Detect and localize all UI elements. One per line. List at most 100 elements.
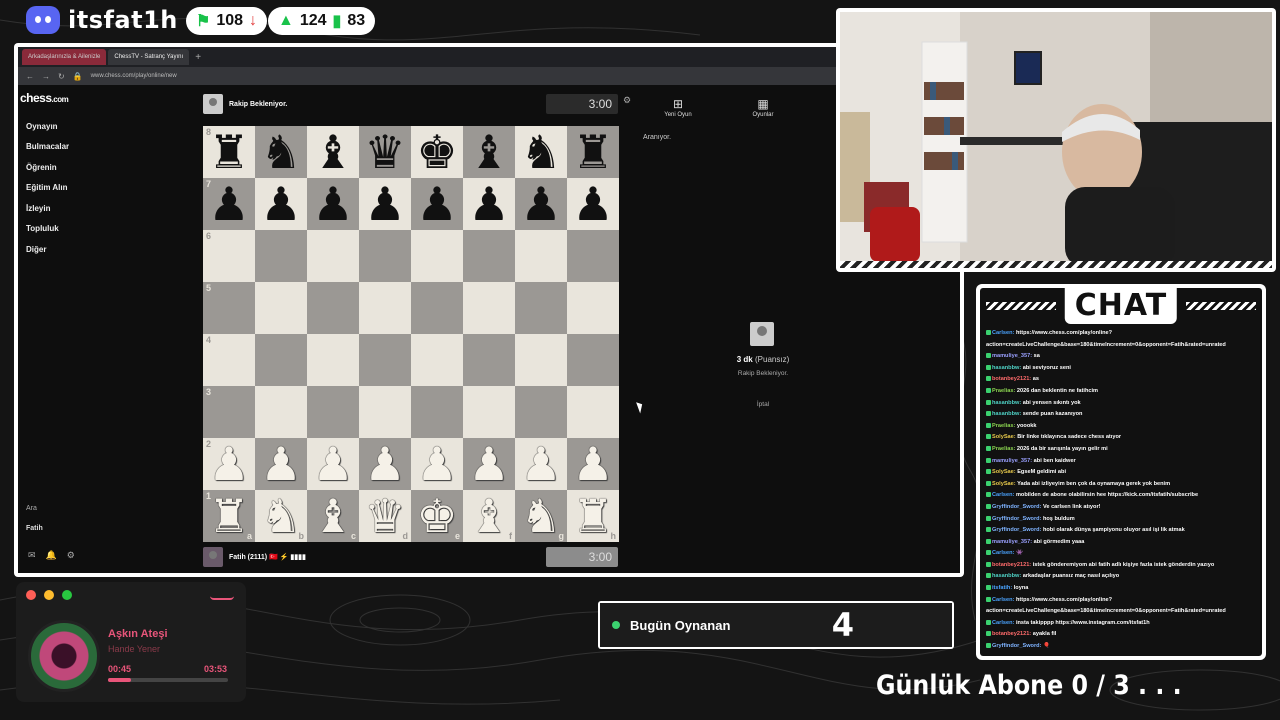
black-pawn-icon[interactable]: ♟ (364, 181, 405, 227)
board-square[interactable] (307, 230, 359, 282)
board-square[interactable] (463, 230, 515, 282)
white-bishop-icon[interactable]: ♝ (468, 493, 509, 539)
board-square[interactable]: ♟ (359, 178, 411, 230)
board-settings-icon[interactable]: ⚙ (623, 95, 631, 106)
board-square[interactable] (255, 386, 307, 438)
maximize-icon[interactable] (62, 590, 72, 600)
board-square[interactable]: ♟ (359, 438, 411, 490)
chat-username[interactable]: hasanbbw: (992, 411, 1021, 417)
nav-search[interactable]: Ara (26, 505, 37, 512)
white-pawn-icon[interactable]: ♟ (364, 441, 405, 487)
white-queen-icon[interactable]: ♛ (364, 493, 405, 539)
bell-icon[interactable]: 🔔 (46, 550, 57, 561)
black-pawn-icon[interactable]: ♟ (520, 181, 561, 227)
chat-username[interactable]: botanbey2121: (992, 376, 1031, 382)
black-pawn-icon[interactable]: ♟ (416, 181, 457, 227)
board-square[interactable] (359, 386, 411, 438)
chat-username[interactable]: Carlsen: (992, 620, 1014, 626)
browser-tab[interactable]: ChessTV - Satranç Yayını (108, 49, 190, 65)
nav-learn[interactable]: Öğrenin (26, 163, 57, 172)
nav-train[interactable]: Eğitim Alın (26, 183, 67, 192)
white-rook-icon[interactable]: ♜ (208, 493, 249, 539)
board-square[interactable]: ♟ (567, 178, 619, 230)
minimize-icon[interactable] (44, 590, 54, 600)
close-icon[interactable] (26, 590, 36, 600)
board-square[interactable]: e ♚ (411, 490, 463, 542)
url-input[interactable]: www.chess.com/play/online/new (91, 73, 923, 79)
white-pawn-icon[interactable]: ♟ (416, 441, 457, 487)
board-square[interactable]: 3 (203, 386, 255, 438)
board-square[interactable] (515, 230, 567, 282)
chat-username[interactable]: botanbey2121: (992, 562, 1031, 568)
tab-games[interactable]: ▦ Oyunlar (733, 97, 793, 118)
board-square[interactable] (255, 334, 307, 386)
board-square[interactable] (567, 282, 619, 334)
song-progress[interactable] (108, 678, 228, 682)
board-square[interactable]: ♟ (567, 438, 619, 490)
chat-username[interactable]: botanbey2121: (992, 631, 1031, 637)
back-icon[interactable]: ← (26, 72, 34, 81)
black-king-icon[interactable]: ♚ (416, 129, 457, 175)
board-square[interactable]: ♝ (307, 126, 359, 178)
chat-username[interactable]: hasanbbw: (992, 365, 1021, 371)
black-rook-icon[interactable]: ♜ (208, 129, 249, 175)
board-square[interactable] (515, 334, 567, 386)
black-pawn-icon[interactable]: ♟ (312, 181, 353, 227)
chat-username[interactable]: Gryffindor_Sword: (992, 527, 1041, 533)
chat-username[interactable]: mamuliye_357: (992, 458, 1032, 464)
board-square[interactable]: 1 a ♜ (203, 490, 255, 542)
board-square[interactable] (411, 230, 463, 282)
board-square[interactable]: b ♞ (255, 490, 307, 542)
board-square[interactable]: 6 (203, 230, 255, 282)
nav-more[interactable]: Diğer (26, 245, 46, 254)
nav-puzzles[interactable]: Bulmacalar (26, 142, 69, 151)
tab-new-game[interactable]: ⊞ Yeni Oyun (648, 97, 708, 118)
chat-username[interactable]: Praelias: (992, 423, 1015, 429)
chat-username[interactable]: SolySae: (992, 434, 1016, 440)
board-square[interactable] (463, 282, 515, 334)
board-square[interactable] (359, 230, 411, 282)
board-square[interactable] (463, 386, 515, 438)
board-square[interactable] (359, 334, 411, 386)
chat-username[interactable]: Carlsen: (992, 550, 1014, 556)
cancel-button[interactable]: İptal (708, 401, 818, 408)
board-square[interactable] (567, 386, 619, 438)
board-square[interactable]: ♟ (411, 438, 463, 490)
board-square[interactable]: c ♝ (307, 490, 359, 542)
white-knight-icon[interactable]: ♞ (260, 493, 301, 539)
forward-icon[interactable]: → (42, 72, 50, 81)
new-tab-icon[interactable]: + (191, 52, 205, 63)
chat-username[interactable]: mamuliye_357: (992, 539, 1032, 545)
nav-watch[interactable]: İzleyin (26, 204, 50, 213)
board-square[interactable]: ♟ (411, 178, 463, 230)
chat-username[interactable]: SolySae: (992, 469, 1016, 475)
chat-username[interactable]: itsfatih: (992, 585, 1012, 591)
board-square[interactable] (307, 386, 359, 438)
black-bishop-icon[interactable]: ♝ (468, 129, 509, 175)
nav-profile[interactable]: Fatih (26, 525, 43, 532)
chat-username[interactable]: SolySae: (992, 481, 1016, 487)
nav-play[interactable]: Oynayın (26, 122, 58, 131)
black-pawn-icon[interactable]: ♟ (260, 181, 301, 227)
board-square[interactable]: ♜ (567, 126, 619, 178)
white-pawn-icon[interactable]: ♟ (208, 441, 249, 487)
chat-username[interactable]: hasanbbw: (992, 400, 1021, 406)
black-pawn-icon[interactable]: ♟ (572, 181, 613, 227)
chat-username[interactable]: mamuliye_357: (992, 353, 1032, 359)
board-square[interactable]: 5 (203, 282, 255, 334)
mail-icon[interactable]: ✉ (28, 550, 36, 561)
board-square[interactable]: 8 ♜ (203, 126, 255, 178)
black-bishop-icon[interactable]: ♝ (312, 129, 353, 175)
board-square[interactable] (567, 334, 619, 386)
board-square[interactable] (515, 386, 567, 438)
board-square[interactable] (255, 230, 307, 282)
white-bishop-icon[interactable]: ♝ (312, 493, 353, 539)
board-square[interactable] (307, 282, 359, 334)
board-square[interactable]: 4 (203, 334, 255, 386)
board-square[interactable]: ♟ (255, 178, 307, 230)
black-pawn-icon[interactable]: ♟ (468, 181, 509, 227)
board-square[interactable]: 2 ♟ (203, 438, 255, 490)
board-square[interactable]: d ♛ (359, 490, 411, 542)
board-square[interactable] (411, 334, 463, 386)
board-square[interactable]: g ♞ (515, 490, 567, 542)
